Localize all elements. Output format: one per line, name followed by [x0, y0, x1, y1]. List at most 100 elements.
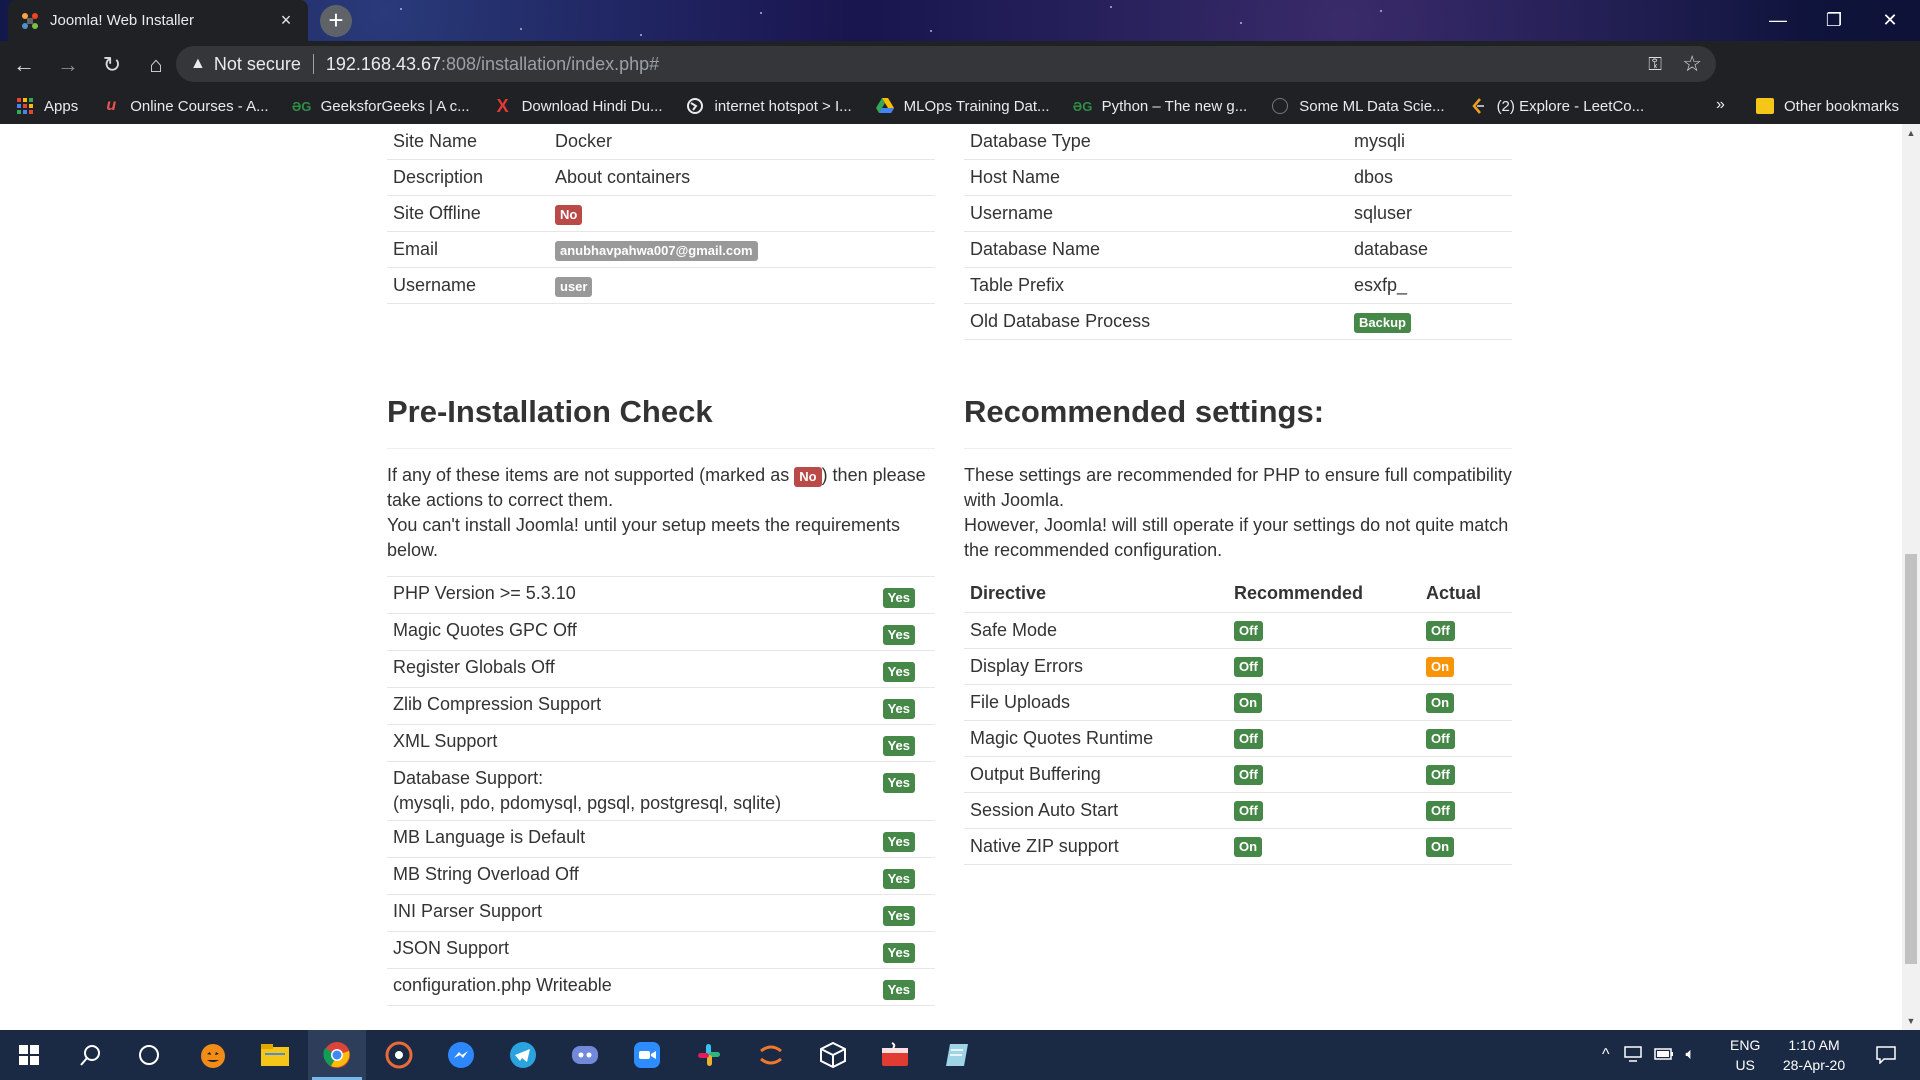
check-label: JSON Support	[387, 931, 866, 969]
tray-chevron-up-icon[interactable]: ^	[1602, 1046, 1610, 1064]
bookmarks-bar: Apps u Online Courses - A... ƏG Geeksfor…	[0, 88, 1920, 124]
table-row: PHP Version >= 5.3.10 Yes	[387, 576, 935, 614]
row-value: sqluser	[1348, 195, 1512, 232]
recommended-settings-table: Directive Recommended Actual Safe Mode Of…	[964, 576, 1512, 865]
table-row: Description About containers	[387, 159, 935, 196]
bookmark-online-courses[interactable]: u Online Courses - A...	[102, 97, 268, 115]
language-indicator[interactable]: ENG US	[1730, 1030, 1760, 1080]
directive-label: Native ZIP support	[964, 827, 1228, 865]
back-arrow-icon[interactable]: ←	[4, 45, 44, 85]
battery-icon[interactable]	[1653, 1047, 1674, 1063]
tab-joomla-installer[interactable]: Joomla! Web Installer ×	[8, 0, 308, 41]
notes-app-icon[interactable]	[928, 1030, 986, 1080]
java-icon[interactable]	[866, 1030, 924, 1080]
bookmarks-overflow-button[interactable]: »	[1716, 96, 1725, 114]
restore-button[interactable]: ❐	[1806, 0, 1862, 41]
bookmark-ml-data-science[interactable]: Some ML Data Scie...	[1271, 97, 1445, 115]
bookmark-internet-hotspot[interactable]: internet hotspot > I...	[686, 97, 852, 115]
row-value: database	[1348, 231, 1512, 268]
volume-icon[interactable]: 🔈︎	[1686, 1046, 1696, 1064]
reload-icon[interactable]: ↻	[92, 45, 132, 85]
yes-badge: Yes	[882, 980, 915, 1000]
backup-badge: Backup	[1354, 312, 1411, 333]
divider	[964, 448, 1512, 449]
bookmark-leetcode[interactable]: (2) Explore - LeetCo...	[1469, 97, 1644, 115]
check-label: MB Language is Default	[387, 820, 866, 858]
page-scrollbar[interactable]: ▲ ▼	[1902, 124, 1920, 1030]
database-config-table: Database Type mysqli Host Name dbos User…	[964, 124, 1512, 340]
joomla-icon	[20, 11, 40, 31]
preinstall-description: If any of these items are not supported …	[387, 463, 935, 563]
no-badge: No	[794, 467, 822, 487]
username-badge: user	[555, 276, 593, 297]
halloween-app-icon[interactable]	[184, 1030, 242, 1080]
table-row: Register Globals Off Yes	[387, 650, 935, 688]
row-label: Database Type	[964, 124, 1348, 160]
actual-badge: On	[1426, 837, 1455, 857]
cortana-icon[interactable]	[120, 1030, 178, 1080]
jupyter-icon[interactable]	[742, 1030, 800, 1080]
check-label: Zlib Compression Support	[387, 687, 866, 725]
search-icon[interactable]	[62, 1030, 120, 1080]
yes-badge: Yes	[882, 736, 915, 756]
row-value: About containers	[549, 159, 935, 196]
tab-close-icon[interactable]: ×	[276, 10, 296, 31]
clock[interactable]: 1:10 AM 28-Apr-20	[1776, 1030, 1852, 1080]
forward-arrow-icon[interactable]: →	[48, 45, 88, 85]
media-app-icon[interactable]	[370, 1030, 428, 1080]
new-tab-button[interactable]: +	[320, 5, 352, 37]
bookmark-python[interactable]: ƏG Python – The new g...	[1073, 97, 1247, 115]
bookmark-geeksforgeeks[interactable]: ƏG GeeksforGeeks | A c...	[292, 97, 470, 115]
background-star	[1380, 10, 1382, 12]
yes-badge: Yes	[882, 699, 915, 719]
other-bookmarks-folder[interactable]: Other bookmarks	[1756, 88, 1899, 124]
table-row: Database Name database	[964, 231, 1512, 268]
minimize-button[interactable]: —	[1750, 0, 1806, 41]
discord-icon[interactable]	[556, 1030, 614, 1080]
directive-label: Safe Mode	[964, 611, 1228, 648]
column-header: Recommended	[1234, 583, 1364, 604]
table-row: Database Type mysqli	[964, 124, 1512, 160]
row-value: Docker	[549, 124, 935, 160]
recommended-badge: On	[1234, 693, 1263, 713]
messenger-icon[interactable]	[432, 1030, 490, 1080]
url-host: 192.168.43.67	[325, 53, 442, 74]
recommended-badge: Off	[1234, 801, 1263, 821]
actual-badge: Off	[1426, 729, 1455, 749]
site-config-table: Site Name Docker Description About conta…	[387, 124, 935, 304]
table-row: Username sqluser	[964, 195, 1512, 232]
yes-badge: Yes	[882, 906, 915, 926]
table-row: Display Errors Off On	[964, 647, 1512, 684]
browser-toolbar: ← → ↻ ⌂ ▲ Not secure 192.168.43.67 :808/…	[0, 41, 1920, 118]
yes-badge: Yes	[882, 832, 915, 852]
region-code: US	[1735, 1057, 1755, 1073]
telegram-icon[interactable]	[494, 1030, 552, 1080]
virtualbox-icon[interactable]	[804, 1030, 862, 1080]
scroll-up-arrow-icon[interactable]: ▲	[1902, 128, 1920, 138]
address-bar[interactable]: ▲ Not secure 192.168.43.67 :808/installa…	[176, 46, 1716, 82]
home-icon[interactable]: ⌂	[136, 45, 176, 85]
bookmark-mlops[interactable]: MLOps Training Dat...	[875, 97, 1050, 115]
bookmark-download-hindi[interactable]: X Download Hindi Du...	[494, 96, 663, 116]
preinstall-checks-table: PHP Version >= 5.3.10 Yes Magic Quotes GP…	[387, 576, 935, 1006]
recommended-heading: Recommended settings:	[964, 394, 1325, 429]
bookmark-apps[interactable]: Apps	[16, 97, 78, 115]
globe-icon	[686, 97, 704, 115]
notification-center-icon[interactable]	[1866, 1030, 1906, 1080]
start-icon[interactable]	[0, 1030, 58, 1080]
close-window-button[interactable]: ✕	[1862, 0, 1918, 41]
network-icon[interactable]	[1623, 1045, 1642, 1065]
key-icon[interactable]: ⚿	[1648, 54, 1662, 75]
tab-title: Joomla! Web Installer	[50, 12, 194, 29]
file-explorer-icon[interactable]	[246, 1030, 304, 1080]
slack-icon[interactable]	[680, 1030, 738, 1080]
scroll-down-arrow-icon[interactable]: ▼	[1902, 1016, 1920, 1026]
bookmark-star-icon[interactable]: ☆	[1682, 51, 1702, 77]
scrollbar-thumb[interactable]	[1905, 554, 1917, 964]
leetcode-icon	[1469, 97, 1487, 115]
chrome-icon[interactable]	[308, 1030, 366, 1080]
zoom-icon[interactable]	[618, 1030, 676, 1080]
row-label: Host Name	[964, 159, 1348, 196]
table-row: MB Language is Default Yes	[387, 820, 935, 858]
directive-label: Session Auto Start	[964, 791, 1228, 828]
